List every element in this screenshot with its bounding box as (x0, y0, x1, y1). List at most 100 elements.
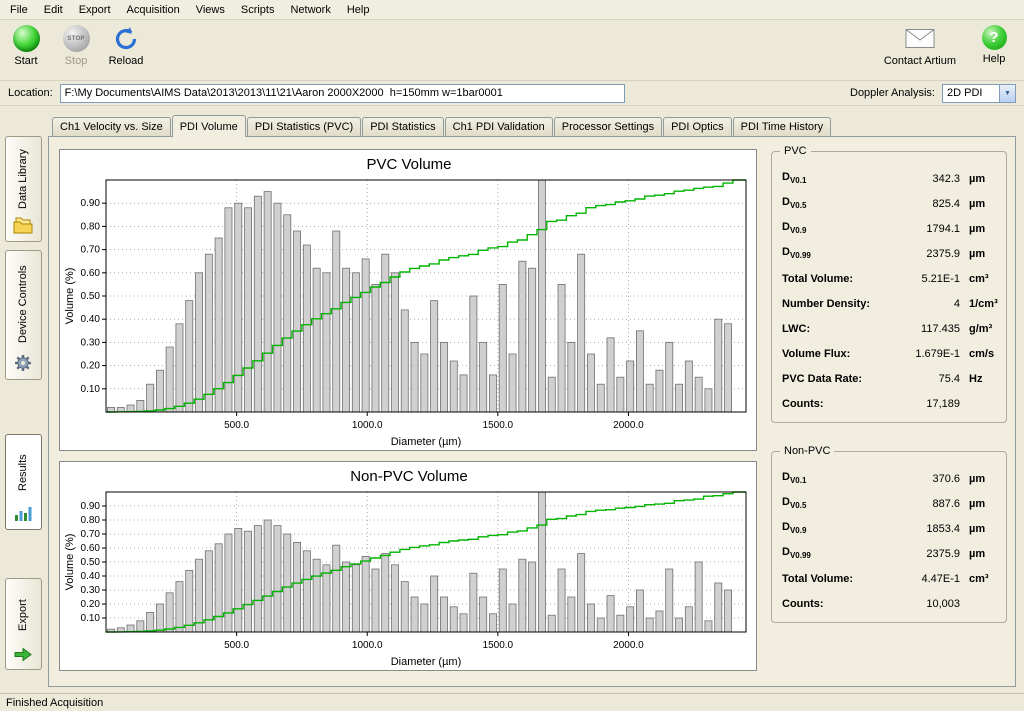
stat-label: DV0.99 (782, 246, 896, 260)
stat-unit: cm³ (960, 573, 998, 585)
stat-unit: Hz (960, 373, 998, 385)
menu-file[interactable]: File (2, 1, 36, 19)
stat-row: Counts:10,003 (782, 591, 998, 616)
stat-label: DV0.9 (782, 521, 896, 535)
stat-value: 342.3 (896, 173, 960, 185)
tab-pdi-volume[interactable]: PDI Volume (172, 115, 246, 137)
stat-row: Number Density:41/cm³ (782, 291, 998, 316)
charts-column: PVC Volume0.100.200.300.400.500.600.700.… (59, 149, 759, 678)
location-input[interactable] (60, 84, 625, 103)
stat-label: Counts: (782, 398, 896, 410)
menu-help[interactable]: Help (339, 1, 378, 19)
svg-text:1500.0: 1500.0 (483, 640, 514, 651)
svg-text:0.10: 0.10 (81, 613, 101, 624)
start-button[interactable]: Start (8, 25, 44, 67)
stat-unit: µm (960, 173, 998, 185)
help-icon: ? (982, 25, 1007, 50)
stat-value: 2375.9 (896, 248, 960, 260)
sidebar-item-data-library[interactable]: Data Library (5, 136, 42, 242)
svg-text:Volume (%): Volume (%) (64, 268, 76, 325)
stat-row: DV0.5887.6µm (782, 491, 998, 516)
stat-value: 825.4 (896, 198, 960, 210)
svg-text:0.90: 0.90 (81, 198, 101, 209)
doppler-analysis-select[interactable]: 2D PDI ▼ (942, 84, 1016, 103)
contact-artium-label: Contact Artium (884, 55, 956, 67)
nonpvc-stats-group: Non-PVC DV0.1370.6µmDV0.5887.6µmDV0.9185… (771, 451, 1007, 623)
tab-strip: Ch1 Velocity vs. Size PDI Volume PDI Sta… (48, 114, 1016, 136)
svg-text:0.70: 0.70 (81, 529, 101, 540)
svg-text:1000.0: 1000.0 (352, 640, 383, 651)
svg-text:0.30: 0.30 (81, 337, 101, 348)
svg-text:1500.0: 1500.0 (483, 420, 514, 431)
sidebar-item-label: Results (17, 443, 29, 502)
tab-pdi-statistics[interactable]: PDI Statistics (362, 117, 443, 136)
stat-value: 75.4 (896, 373, 960, 385)
stop-icon: STOP (63, 25, 90, 52)
stat-row: DV0.91794.1µm (782, 216, 998, 241)
stat-unit: µm (960, 223, 998, 235)
stat-value: 4.47E-1 (896, 573, 960, 585)
sidebar-item-label: Data Library (17, 145, 29, 213)
pvc-stats-rows: DV0.1342.3µmDV0.5825.4µmDV0.91794.1µmDV0… (782, 166, 998, 416)
svg-text:Volume (%): Volume (%) (64, 534, 76, 591)
tab-ch1-velocity-vs-size[interactable]: Ch1 Velocity vs. Size (52, 117, 171, 136)
stat-label: Total Volume: (782, 273, 896, 285)
stop-label: Stop (65, 55, 88, 67)
stat-unit: µm (960, 523, 998, 535)
tab-pdi-statistics-pvc[interactable]: PDI Statistics (PVC) (247, 117, 361, 136)
svg-text:0.40: 0.40 (81, 314, 101, 325)
stop-button[interactable]: STOP Stop (58, 25, 94, 67)
reload-button[interactable]: Reload (108, 25, 144, 67)
stat-row: DV0.992375.9µm (782, 541, 998, 566)
svg-text:0.30: 0.30 (81, 585, 101, 596)
svg-text:2000.0: 2000.0 (613, 640, 644, 651)
svg-text:0.90: 0.90 (81, 501, 101, 512)
menu-bar: File Edit Export Acquisition Views Scrip… (0, 0, 1024, 20)
help-button[interactable]: ? Help (976, 25, 1012, 65)
tab-pdi-optics[interactable]: PDI Optics (663, 117, 732, 136)
stat-label: Total Volume: (782, 573, 896, 585)
stat-label: Volume Flux: (782, 348, 896, 360)
stat-unit: 1/cm³ (960, 298, 998, 310)
stat-row: Counts:17,189 (782, 391, 998, 416)
menu-scripts[interactable]: Scripts (233, 1, 283, 19)
svg-text:0.80: 0.80 (81, 515, 101, 526)
chevron-down-icon[interactable]: ▼ (999, 85, 1015, 102)
menu-edit[interactable]: Edit (36, 1, 71, 19)
svg-text:0.70: 0.70 (81, 245, 101, 256)
tab-pdi-time-history[interactable]: PDI Time History (733, 117, 832, 136)
start-icon (13, 25, 40, 52)
stat-value: 4 (896, 298, 960, 310)
gear-icon (14, 354, 32, 375)
svg-text:1000.0: 1000.0 (352, 420, 383, 431)
stat-value: 2375.9 (896, 548, 960, 560)
location-row: Location: Doppler Analysis: 2D PDI ▼ (0, 80, 1024, 106)
svg-text:500.0: 500.0 (224, 640, 249, 651)
pvc-volume-chart: PVC Volume0.100.200.300.400.500.600.700.… (59, 149, 757, 451)
svg-text:PVC Volume: PVC Volume (366, 156, 451, 173)
stat-value: 117.435 (896, 323, 960, 335)
menu-export[interactable]: Export (71, 1, 119, 19)
svg-text:0.20: 0.20 (81, 599, 101, 610)
svg-text:0.20: 0.20 (81, 361, 101, 372)
menu-acquisition[interactable]: Acquisition (119, 1, 188, 19)
tab-processor-settings[interactable]: Processor Settings (554, 117, 662, 136)
tab-ch1-pdi-validation[interactable]: Ch1 PDI Validation (445, 117, 553, 136)
menu-views[interactable]: Views (188, 1, 233, 19)
sidebar-item-export[interactable]: Export (5, 578, 42, 670)
stat-value: 370.6 (896, 473, 960, 485)
contact-artium-button[interactable]: Contact Artium (884, 25, 956, 67)
menu-network[interactable]: Network (282, 1, 338, 19)
folders-icon (13, 217, 33, 237)
reload-icon (113, 25, 139, 52)
nonpvc-stats-rows: DV0.1370.6µmDV0.5887.6µmDV0.91853.4µmDV0… (782, 466, 998, 616)
stat-value: 1794.1 (896, 223, 960, 235)
pvc-group-title: PVC (780, 145, 811, 157)
stat-row: Total Volume:5.21E-1cm³ (782, 266, 998, 291)
svg-text:0.80: 0.80 (81, 221, 101, 232)
stats-column: PVC DV0.1342.3µmDV0.5825.4µmDV0.91794.1µ… (771, 149, 1007, 678)
content-area: Ch1 Velocity vs. Size PDI Volume PDI Sta… (46, 106, 1024, 693)
sidebar-item-results[interactable]: Results (5, 434, 42, 530)
sidebar-item-device-controls[interactable]: Device Controls (5, 250, 42, 380)
stat-row: Volume Flux:1.679E-1cm/s (782, 341, 998, 366)
